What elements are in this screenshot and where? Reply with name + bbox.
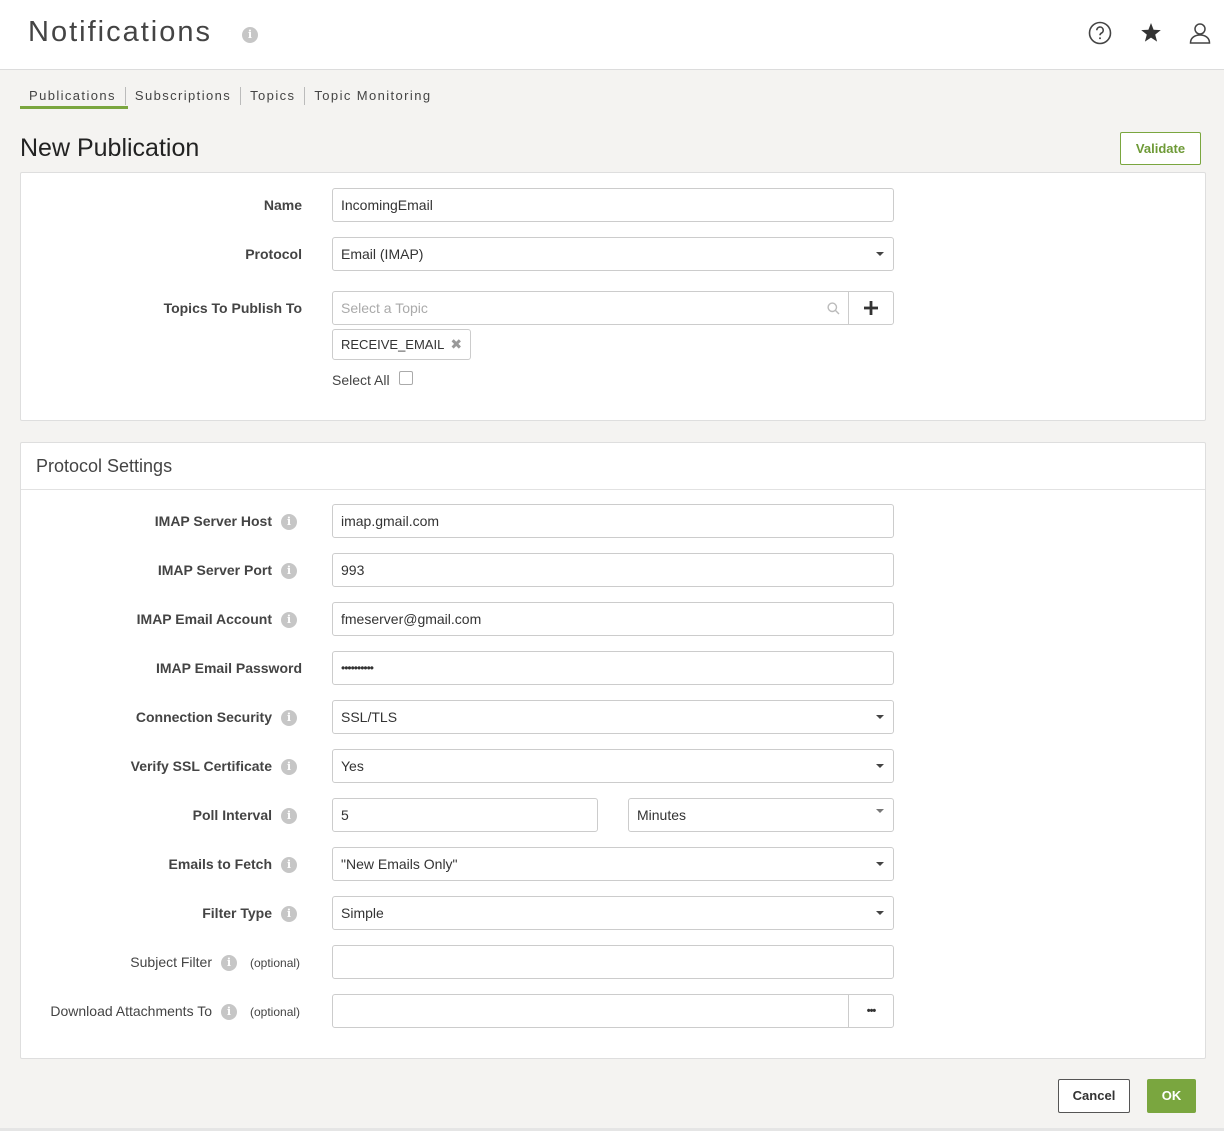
name-input[interactable]: IncomingEmail (332, 188, 894, 222)
info-icon[interactable]: i (281, 710, 297, 726)
name-label: Name (263, 197, 302, 213)
help-circle-icon[interactable] (1087, 20, 1113, 46)
general-panel: Name IncomingEmail Protocol Email (IMAP)… (20, 172, 1206, 421)
protocol-settings-title: Protocol Settings (21, 443, 1205, 490)
search-icon (827, 302, 840, 315)
poll-interval-label: Poll Interval (192, 807, 272, 823)
imap-port-input[interactable]: 993 (332, 553, 894, 587)
protocol-select[interactable]: Email (IMAP) (332, 237, 894, 271)
star-icon[interactable] (1138, 20, 1164, 46)
add-topic-button[interactable] (848, 291, 894, 325)
connection-security-value: SSL/TLS (341, 709, 398, 725)
browse-button[interactable]: ••• (848, 994, 894, 1028)
verify-ssl-select[interactable]: Yes (332, 749, 894, 783)
info-icon[interactable]: i (281, 612, 297, 628)
chevron-down-icon (876, 252, 884, 256)
filter-type-label: Filter Type (202, 905, 272, 921)
connection-security-label: Connection Security (135, 709, 272, 725)
tab-publications[interactable]: Publications (20, 87, 126, 105)
download-attachments-optional: (optional) (250, 1005, 301, 1019)
info-icon[interactable]: i (281, 563, 297, 579)
app-title: Notifications (28, 16, 212, 48)
imap-account-label: IMAP Email Account (136, 611, 272, 627)
protocol-settings-panel: Protocol Settings IMAP Server Host i ima… (20, 442, 1206, 1059)
poll-interval-input[interactable]: 5 (332, 798, 598, 832)
select-all-checkbox[interactable] (399, 371, 413, 385)
chevron-down-icon (876, 862, 884, 866)
download-attachments-label: Download Attachments To (50, 1003, 212, 1019)
chevron-down-icon (876, 809, 884, 813)
chevron-down-icon (876, 764, 884, 768)
active-tab-indicator (20, 106, 128, 109)
protocol-label: Protocol (245, 246, 302, 262)
top-bar: Notifications i (0, 0, 1224, 70)
page-title: New Publication (20, 134, 200, 162)
cancel-button[interactable]: Cancel (1058, 1079, 1130, 1113)
info-icon[interactable]: i (281, 808, 297, 824)
info-icon[interactable]: i (221, 955, 237, 971)
chevron-down-icon (876, 911, 884, 915)
user-icon[interactable] (1187, 20, 1213, 46)
info-icon[interactable]: i (281, 759, 297, 775)
subject-filter-optional: (optional) (250, 956, 301, 970)
poll-unit-value: Minutes (637, 807, 687, 823)
info-icon[interactable]: i (242, 27, 258, 43)
imap-port-label: IMAP Server Port (157, 562, 272, 578)
download-attachments-input[interactable] (332, 994, 849, 1028)
topics-label: Topics To Publish To (163, 300, 302, 316)
filter-type-select[interactable]: Simple (332, 896, 894, 930)
info-icon[interactable]: i (221, 1004, 237, 1020)
subject-filter-label: Subject Filter (130, 954, 212, 970)
emails-to-fetch-label: Emails to Fetch (168, 856, 272, 872)
subject-filter-input[interactable] (332, 945, 894, 979)
imap-password-label: IMAP Email Password (155, 660, 302, 676)
topic-search-input[interactable]: Select a Topic (332, 291, 849, 325)
plus-icon (864, 301, 878, 315)
info-icon[interactable]: i (281, 857, 297, 873)
emails-to-fetch-value: "New Emails Only" (341, 856, 458, 872)
tab-topics[interactable]: Topics (241, 87, 306, 105)
verify-ssl-label: Verify SSL Certificate (130, 758, 272, 774)
validate-button[interactable]: Validate (1120, 132, 1201, 165)
connection-security-select[interactable]: SSL/TLS (332, 700, 894, 734)
imap-host-label: IMAP Server Host (154, 513, 272, 529)
poll-unit-select[interactable]: Minutes (628, 798, 894, 832)
imap-host-input[interactable]: imap.gmail.com (332, 504, 894, 538)
ok-button[interactable]: OK (1147, 1079, 1196, 1113)
imap-password-input[interactable]: •••••••••• (332, 651, 894, 685)
info-icon[interactable]: i (281, 906, 297, 922)
topic-chip-label: RECEIVE_EMAIL (341, 337, 445, 352)
verify-ssl-value: Yes (341, 758, 364, 774)
topic-search-placeholder: Select a Topic (341, 300, 428, 316)
topic-chip: RECEIVE_EMAIL ✖ (332, 329, 472, 360)
emails-to-fetch-select[interactable]: "New Emails Only" (332, 847, 894, 881)
info-icon[interactable]: i (281, 514, 297, 530)
imap-account-input[interactable]: fmeserver@gmail.com (332, 602, 894, 636)
filter-type-value: Simple (341, 905, 384, 921)
protocol-value: Email (IMAP) (341, 246, 424, 262)
close-icon[interactable]: ✖ (450, 336, 462, 352)
chevron-down-icon (876, 715, 884, 719)
tab-topic-monitoring[interactable]: Topic Monitoring (305, 87, 440, 105)
tab-subscriptions[interactable]: Subscriptions (126, 87, 242, 105)
select-all-label: Select All (332, 372, 390, 388)
